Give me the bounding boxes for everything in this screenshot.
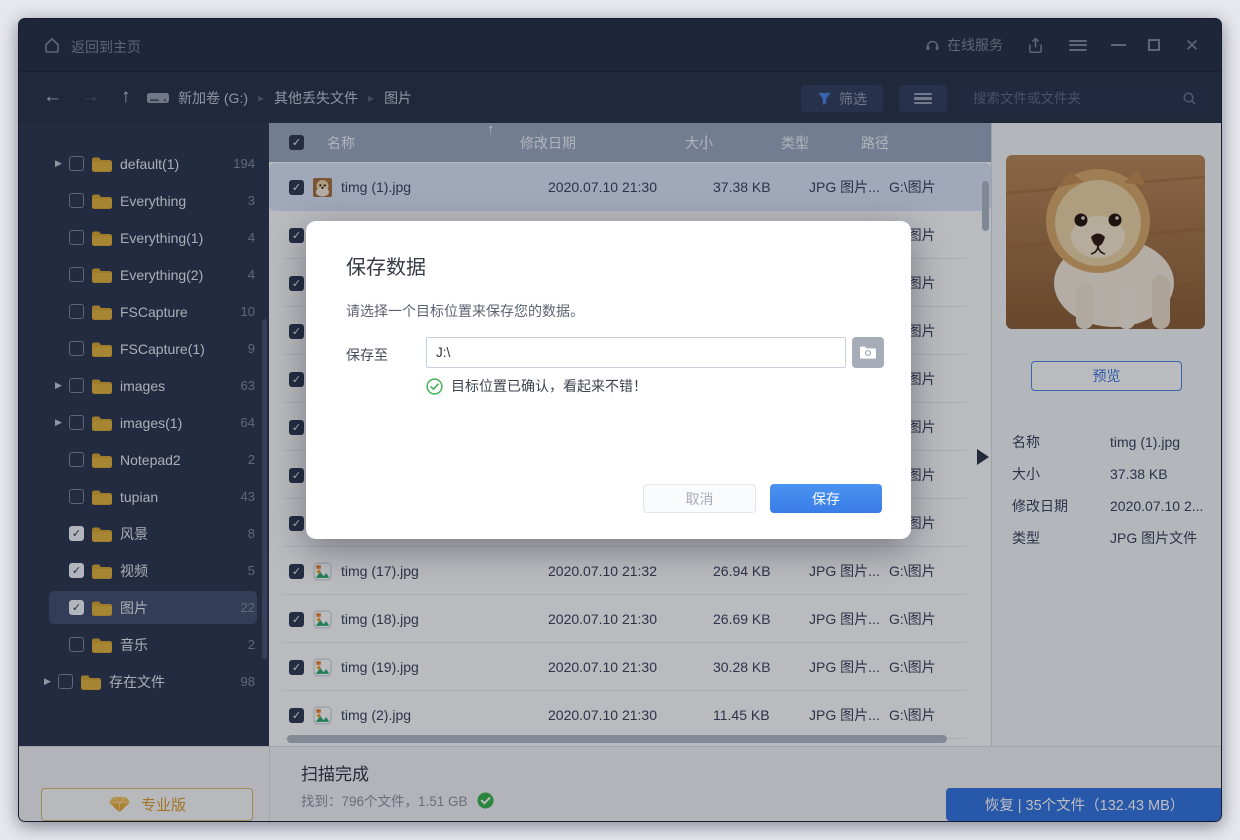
confirmed-check-icon: [426, 378, 443, 395]
dialog-description: 请选择一个目标位置来保存您的数据。: [346, 301, 584, 321]
save-to-label: 保存至: [346, 345, 388, 365]
app-window: 返回到主页 在线服务 ✕ ← → ↑ 新加卷 (G:) ▸ 其他丢失文件 ▸ 图…: [18, 18, 1222, 822]
confirmed-text: 目标位置已确认，看起来不错！: [451, 376, 647, 396]
browse-folder-button[interactable]: [852, 337, 884, 368]
cancel-button[interactable]: 取消: [643, 484, 756, 513]
location-confirmed-status: 目标位置已确认，看起来不错！: [426, 376, 647, 396]
browse-folder-icon: [860, 346, 876, 359]
save-path-input[interactable]: [426, 337, 846, 368]
save-button[interactable]: 保存: [770, 484, 882, 513]
save-data-dialog: 保存数据 请选择一个目标位置来保存您的数据。 保存至 目标位置已确认，看起来不错…: [306, 221, 911, 539]
dialog-title: 保存数据: [346, 251, 426, 280]
